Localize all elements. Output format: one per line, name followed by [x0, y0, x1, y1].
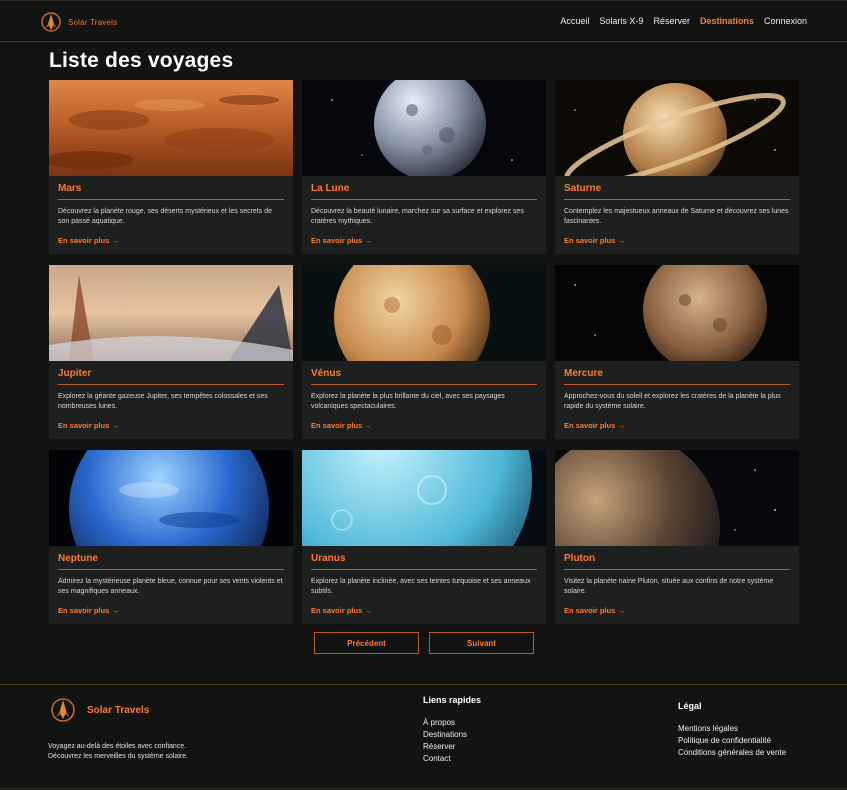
learn-more-link[interactable]: En savoir plus →	[311, 421, 537, 430]
destination-card-mercure: Mercure Approchez-vous du soleil et expl…	[555, 265, 799, 439]
uranus-image	[302, 450, 546, 546]
saturn-image	[555, 80, 799, 176]
footer-link-confidentialite[interactable]: Politique de confidentialité	[678, 735, 786, 747]
card-description: Contemplez les majestueux anneaux de Sat…	[564, 208, 789, 225]
destination-card-lune: La Lune Découvrez la beauté lunaire, mar…	[302, 80, 546, 254]
card-title: Pluton	[564, 553, 790, 570]
learn-more-link[interactable]: En savoir plus →	[311, 606, 537, 615]
destination-card-mars: Mars Découvrez la planète rouge, ses dés…	[49, 80, 293, 254]
learn-more-link[interactable]: En savoir plus →	[58, 606, 284, 615]
footer-link-a-propos[interactable]: À propos	[423, 717, 481, 729]
venus-image	[302, 265, 546, 361]
destination-card-jupiter: Jupiter Explorez la géante gazeuse Jupit…	[49, 265, 293, 439]
footer-link-destinations[interactable]: Destinations	[423, 729, 481, 741]
card-description: Découvrez la beauté lunaire, marchez sur…	[311, 208, 524, 225]
card-title: La Lune	[311, 183, 537, 200]
learn-more-link[interactable]: En savoir plus →	[564, 236, 790, 245]
footer-tagline-line: Voyagez au-delà des étoiles avec confian…	[48, 743, 187, 750]
pagination: Précédent Suivant	[314, 632, 534, 654]
brand[interactable]: Solar Travels	[40, 11, 117, 33]
pluto-image	[555, 450, 799, 546]
card-title: Jupiter	[58, 368, 284, 385]
destination-card-saturne: Saturne Contemplez les majestueux anneau…	[555, 80, 799, 254]
quick-links: Liens rapides À propos Destinations Rése…	[423, 695, 481, 765]
legal-title: Légal	[678, 701, 702, 711]
footer-tagline-line: Découvrez les merveilles du système sola…	[48, 753, 189, 760]
footer-divider	[0, 788, 847, 789]
footer-link-mentions-legales[interactable]: Mentions légales	[678, 723, 786, 735]
card-description: Visitez la planète naine Pluton, située …	[564, 578, 774, 595]
footer-link-cgv[interactable]: Conditions générales de vente	[678, 747, 786, 759]
footer-brand-name: Solar Travels	[87, 705, 150, 716]
jupiter-image	[49, 265, 293, 361]
destination-card-venus: Vénus Explorez la planète la plus brilla…	[302, 265, 546, 439]
card-title: Neptune	[58, 553, 284, 570]
moon-image	[302, 80, 546, 176]
destination-card-uranus: Uranus Explorez la planète inclinée, ave…	[302, 450, 546, 624]
site-footer: Solar Travels Voyagez au-delà des étoile…	[0, 684, 847, 790]
card-title: Mars	[58, 183, 284, 200]
mercury-image	[555, 265, 799, 361]
page-title: Liste des voyages	[49, 49, 234, 72]
card-description: Explorez la géante gazeuse Jupiter, ses …	[58, 393, 268, 410]
footer-tagline: Voyagez au-delà des étoiles avec confian…	[48, 742, 248, 762]
card-title: Saturne	[564, 183, 790, 200]
rocket-logo-icon	[41, 12, 61, 32]
footer-link-reserver[interactable]: Réserver	[423, 741, 481, 753]
learn-more-link[interactable]: En savoir plus →	[311, 236, 537, 245]
card-title: Mercure	[564, 368, 790, 385]
quick-links-title: Liens rapides	[423, 695, 482, 705]
card-description: Explorez la planète inclinée, avec ses t…	[311, 578, 531, 595]
rocket-logo-icon	[51, 698, 75, 722]
card-description: Approchez-vous du soleil et explorez les…	[564, 393, 781, 410]
footer-link-contact[interactable]: Contact	[423, 753, 481, 765]
learn-more-link[interactable]: En savoir plus →	[58, 236, 284, 245]
site-header: Solar Travels Accueil Solaris X-9 Réserv…	[0, 0, 847, 42]
nav-accueil[interactable]: Accueil	[560, 16, 589, 26]
card-description: Explorez la planète la plus brillante du…	[311, 393, 505, 410]
mars-image	[49, 80, 293, 176]
nav-solaris-x9[interactable]: Solaris X-9	[599, 16, 643, 26]
legal-links: Légal Mentions légales Politique de conf…	[678, 701, 786, 759]
learn-more-link[interactable]: En savoir plus →	[564, 421, 790, 430]
previous-page-button[interactable]: Précédent	[314, 632, 419, 654]
destinations-grid: Mars Découvrez la planète rouge, ses dés…	[49, 80, 799, 624]
main-nav: Accueil Solaris X-9 Réserver Destination…	[560, 16, 807, 26]
next-page-button[interactable]: Suivant	[429, 632, 534, 654]
nav-destinations[interactable]: Destinations	[700, 16, 754, 26]
card-description: Découvrez la planète rouge, ses déserts …	[58, 208, 272, 225]
learn-more-link[interactable]: En savoir plus →	[564, 606, 790, 615]
card-description: Admirez la mystérieuse planète bleue, co…	[58, 578, 283, 595]
destination-card-neptune: Neptune Admirez la mystérieuse planète b…	[49, 450, 293, 624]
neptune-image	[49, 450, 293, 546]
card-title: Vénus	[311, 368, 537, 385]
brand-name: Solar Travels	[68, 17, 118, 27]
card-title: Uranus	[311, 553, 537, 570]
destination-card-pluton: Pluton Visitez la planète naine Pluton, …	[555, 450, 799, 624]
nav-connexion[interactable]: Connexion	[764, 16, 807, 26]
learn-more-link[interactable]: En savoir plus →	[58, 421, 284, 430]
nav-reserver[interactable]: Réserver	[653, 16, 690, 26]
